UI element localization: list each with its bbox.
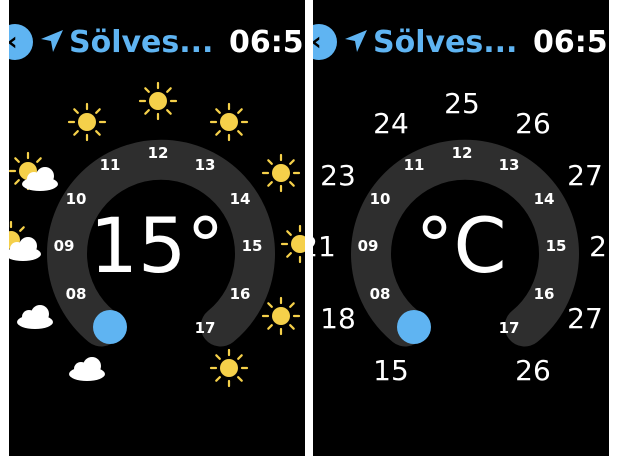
hourly-temperature: 27 bbox=[567, 302, 603, 335]
sun-icon bbox=[138, 81, 178, 121]
partly-cloudy-icon bbox=[9, 151, 58, 191]
hour-label: 17 bbox=[195, 319, 216, 337]
temperature-unit: °C bbox=[415, 201, 507, 290]
hourly-temperature: 26 bbox=[515, 354, 551, 387]
hour-label: 12 bbox=[148, 144, 169, 162]
hour-label: 13 bbox=[499, 156, 520, 174]
hourly-temperature: 18 bbox=[320, 302, 356, 335]
hourly-temperature: 27 bbox=[567, 159, 603, 192]
watch-screen-temperatures: ‹ Sölves... 06:53 11 12 13 10 14 09 15 0… bbox=[313, 0, 609, 456]
hourly-temperature: 24 bbox=[373, 107, 409, 140]
sun-icon bbox=[209, 348, 249, 388]
cloud-icon bbox=[69, 357, 105, 381]
hourly-temperature: 25 bbox=[444, 87, 480, 120]
current-hour-indicator[interactable] bbox=[93, 310, 127, 344]
current-hour-indicator[interactable] bbox=[397, 310, 431, 344]
current-temperature: 15° bbox=[89, 201, 225, 290]
hour-label: 17 bbox=[499, 319, 520, 337]
hourly-temperature: 23 bbox=[320, 159, 356, 192]
watch-screen-conditions: ‹ Sölves... 06:53 bbox=[9, 0, 305, 456]
hourly-temperature: 15 bbox=[373, 354, 409, 387]
hour-label: 11 bbox=[100, 156, 121, 174]
sun-icon bbox=[209, 102, 249, 142]
hour-label: 13 bbox=[195, 156, 216, 174]
hour-label: 12 bbox=[452, 144, 473, 162]
hourly-temperature: 26 bbox=[515, 107, 551, 140]
hour-label: 11 bbox=[404, 156, 425, 174]
cloud-icon bbox=[17, 305, 53, 329]
sun-icon bbox=[261, 153, 301, 193]
sun-icon bbox=[67, 102, 107, 142]
sun-icon bbox=[261, 296, 301, 336]
